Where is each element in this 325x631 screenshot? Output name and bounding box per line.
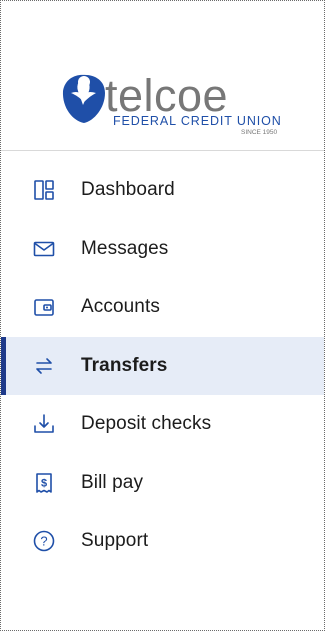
svg-text:?: ? (40, 534, 47, 549)
nav-item-label: Bill pay (81, 471, 144, 493)
header-divider (1, 150, 324, 151)
nav-item-bill-pay[interactable]: $ Bill pay (1, 454, 324, 513)
nav-item-label: Transfers (81, 354, 168, 376)
brand-since: SINCE 1950 (241, 129, 278, 136)
question-circle-icon: ? (33, 530, 55, 552)
nav-item-transfers[interactable]: Transfers (1, 336, 324, 395)
logo-emblem (62, 74, 105, 123)
dashboard-icon (33, 179, 55, 201)
envelope-icon (33, 238, 55, 260)
nav-item-deposit-checks[interactable]: Deposit checks (1, 395, 324, 454)
wallet-icon (33, 296, 55, 318)
nav-item-dashboard[interactable]: Dashboard (1, 161, 324, 220)
download-icon (33, 413, 55, 435)
nav-item-support[interactable]: ? Support (1, 512, 324, 571)
sidebar-nav: Dashboard Messages Accounts Transfers De… (1, 161, 324, 571)
nav-item-label: Accounts (81, 296, 160, 318)
nav-item-accounts[interactable]: Accounts (1, 278, 324, 337)
brand-tagline: FEDERAL CREDIT UNION (113, 114, 282, 128)
nav-item-label: Messages (81, 237, 169, 259)
svg-text:$: $ (41, 477, 47, 489)
transfer-arrows-icon (33, 355, 55, 377)
nav-item-label: Deposit checks (81, 413, 212, 435)
sidebar-panel: telcoe FEDERAL CREDIT UNION SINCE 1950 D… (0, 0, 325, 631)
telcoe-logo[interactable]: telcoe FEDERAL CREDIT UNION SINCE 1950 (61, 71, 291, 137)
nav-item-messages[interactable]: Messages (1, 220, 324, 279)
nav-item-label: Support (81, 530, 149, 552)
nav-item-label: Dashboard (81, 179, 175, 201)
receipt-dollar-icon: $ (33, 472, 55, 494)
